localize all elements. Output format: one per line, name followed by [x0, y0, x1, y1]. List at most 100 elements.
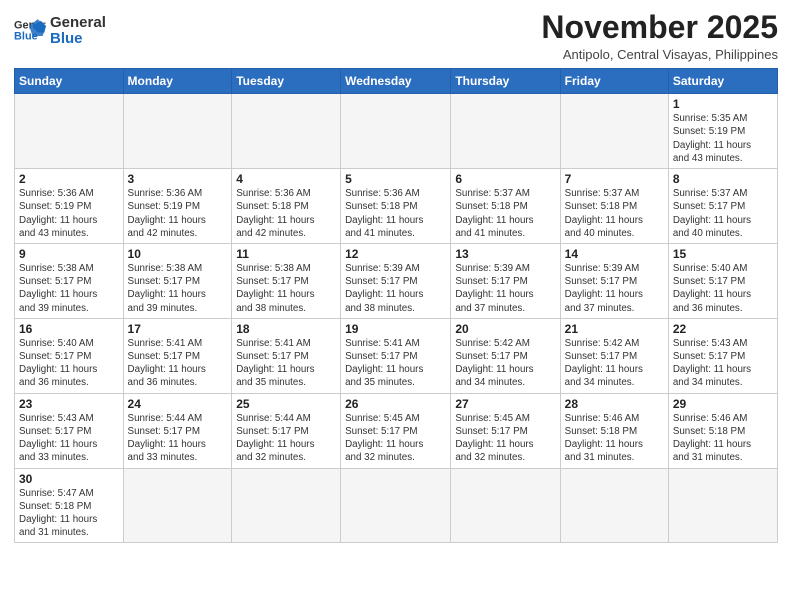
calendar-day-cell: 24Sunrise: 5:44 AM Sunset: 5:17 PM Dayli…: [123, 393, 232, 468]
weekday-header-saturday: Saturday: [668, 69, 777, 94]
day-info: Sunrise: 5:42 AM Sunset: 5:17 PM Dayligh…: [455, 337, 555, 390]
day-number: 13: [455, 247, 555, 261]
day-info: Sunrise: 5:36 AM Sunset: 5:19 PM Dayligh…: [19, 187, 119, 240]
day-info: Sunrise: 5:44 AM Sunset: 5:17 PM Dayligh…: [128, 412, 228, 465]
day-info: Sunrise: 5:35 AM Sunset: 5:19 PM Dayligh…: [673, 112, 773, 165]
location-subtitle: Antipolo, Central Visayas, Philippines: [541, 47, 778, 62]
calendar-day-cell: 30Sunrise: 5:47 AM Sunset: 5:18 PM Dayli…: [15, 468, 124, 543]
day-number: 15: [673, 247, 773, 261]
day-info: Sunrise: 5:37 AM Sunset: 5:18 PM Dayligh…: [455, 187, 555, 240]
day-number: 7: [565, 172, 664, 186]
day-info: Sunrise: 5:45 AM Sunset: 5:17 PM Dayligh…: [345, 412, 446, 465]
day-info: Sunrise: 5:42 AM Sunset: 5:17 PM Dayligh…: [565, 337, 664, 390]
day-info: Sunrise: 5:37 AM Sunset: 5:17 PM Dayligh…: [673, 187, 773, 240]
calendar-day-cell: 21Sunrise: 5:42 AM Sunset: 5:17 PM Dayli…: [560, 318, 668, 393]
calendar-day-cell: 28Sunrise: 5:46 AM Sunset: 5:18 PM Dayli…: [560, 393, 668, 468]
day-number: 20: [455, 322, 555, 336]
day-info: Sunrise: 5:47 AM Sunset: 5:18 PM Dayligh…: [19, 487, 119, 540]
calendar-week-row: 16Sunrise: 5:40 AM Sunset: 5:17 PM Dayli…: [15, 318, 778, 393]
calendar-day-cell: 4Sunrise: 5:36 AM Sunset: 5:18 PM Daylig…: [232, 169, 341, 244]
weekday-header-monday: Monday: [123, 69, 232, 94]
calendar-day-cell: 7Sunrise: 5:37 AM Sunset: 5:18 PM Daylig…: [560, 169, 668, 244]
calendar-day-cell: 17Sunrise: 5:41 AM Sunset: 5:17 PM Dayli…: [123, 318, 232, 393]
calendar-day-cell: [341, 468, 451, 543]
day-number: 29: [673, 397, 773, 411]
calendar-day-cell: 2Sunrise: 5:36 AM Sunset: 5:19 PM Daylig…: [15, 169, 124, 244]
calendar-day-cell: [232, 94, 341, 169]
calendar-day-cell: 26Sunrise: 5:45 AM Sunset: 5:17 PM Dayli…: [341, 393, 451, 468]
day-info: Sunrise: 5:38 AM Sunset: 5:17 PM Dayligh…: [236, 262, 336, 315]
day-info: Sunrise: 5:36 AM Sunset: 5:18 PM Dayligh…: [236, 187, 336, 240]
calendar-day-cell: [451, 468, 560, 543]
calendar-day-cell: 27Sunrise: 5:45 AM Sunset: 5:17 PM Dayli…: [451, 393, 560, 468]
day-info: Sunrise: 5:38 AM Sunset: 5:17 PM Dayligh…: [19, 262, 119, 315]
calendar-day-cell: 10Sunrise: 5:38 AM Sunset: 5:17 PM Dayli…: [123, 243, 232, 318]
day-info: Sunrise: 5:43 AM Sunset: 5:17 PM Dayligh…: [19, 412, 119, 465]
day-number: 4: [236, 172, 336, 186]
day-number: 25: [236, 397, 336, 411]
calendar-day-cell: [123, 94, 232, 169]
logo-line2: Blue: [50, 30, 106, 48]
calendar-day-cell: 8Sunrise: 5:37 AM Sunset: 5:17 PM Daylig…: [668, 169, 777, 244]
calendar-header-row: SundayMondayTuesdayWednesdayThursdayFrid…: [15, 69, 778, 94]
day-info: Sunrise: 5:38 AM Sunset: 5:17 PM Dayligh…: [128, 262, 228, 315]
day-number: 28: [565, 397, 664, 411]
logo: General Blue General Blue: [14, 14, 106, 48]
day-info: Sunrise: 5:41 AM Sunset: 5:17 PM Dayligh…: [128, 337, 228, 390]
calendar-table: SundayMondayTuesdayWednesdayThursdayFrid…: [14, 68, 778, 543]
calendar-day-cell: 29Sunrise: 5:46 AM Sunset: 5:18 PM Dayli…: [668, 393, 777, 468]
day-number: 1: [673, 97, 773, 111]
day-info: Sunrise: 5:39 AM Sunset: 5:17 PM Dayligh…: [565, 262, 664, 315]
calendar-week-row: 9Sunrise: 5:38 AM Sunset: 5:17 PM Daylig…: [15, 243, 778, 318]
day-info: Sunrise: 5:39 AM Sunset: 5:17 PM Dayligh…: [455, 262, 555, 315]
weekday-header-sunday: Sunday: [15, 69, 124, 94]
calendar-day-cell: 5Sunrise: 5:36 AM Sunset: 5:18 PM Daylig…: [341, 169, 451, 244]
day-info: Sunrise: 5:43 AM Sunset: 5:17 PM Dayligh…: [673, 337, 773, 390]
day-number: 10: [128, 247, 228, 261]
day-info: Sunrise: 5:41 AM Sunset: 5:17 PM Dayligh…: [345, 337, 446, 390]
day-number: 2: [19, 172, 119, 186]
calendar-day-cell: 16Sunrise: 5:40 AM Sunset: 5:17 PM Dayli…: [15, 318, 124, 393]
calendar-day-cell: [668, 468, 777, 543]
day-info: Sunrise: 5:40 AM Sunset: 5:17 PM Dayligh…: [673, 262, 773, 315]
month-title: November 2025: [541, 10, 778, 45]
calendar-day-cell: [232, 468, 341, 543]
day-number: 5: [345, 172, 446, 186]
calendar-day-cell: 20Sunrise: 5:42 AM Sunset: 5:17 PM Dayli…: [451, 318, 560, 393]
calendar-day-cell: [560, 468, 668, 543]
calendar-week-row: 1Sunrise: 5:35 AM Sunset: 5:19 PM Daylig…: [15, 94, 778, 169]
generalblue-logo-icon: General Blue: [14, 17, 46, 45]
calendar-day-cell: [341, 94, 451, 169]
day-info: Sunrise: 5:46 AM Sunset: 5:18 PM Dayligh…: [673, 412, 773, 465]
day-number: 18: [236, 322, 336, 336]
calendar-week-row: 23Sunrise: 5:43 AM Sunset: 5:17 PM Dayli…: [15, 393, 778, 468]
weekday-header-friday: Friday: [560, 69, 668, 94]
day-number: 24: [128, 397, 228, 411]
day-number: 3: [128, 172, 228, 186]
calendar-day-cell: 3Sunrise: 5:36 AM Sunset: 5:19 PM Daylig…: [123, 169, 232, 244]
calendar-day-cell: 9Sunrise: 5:38 AM Sunset: 5:17 PM Daylig…: [15, 243, 124, 318]
day-number: 17: [128, 322, 228, 336]
day-info: Sunrise: 5:36 AM Sunset: 5:19 PM Dayligh…: [128, 187, 228, 240]
day-info: Sunrise: 5:44 AM Sunset: 5:17 PM Dayligh…: [236, 412, 336, 465]
day-number: 6: [455, 172, 555, 186]
day-number: 16: [19, 322, 119, 336]
calendar-week-row: 30Sunrise: 5:47 AM Sunset: 5:18 PM Dayli…: [15, 468, 778, 543]
weekday-header-thursday: Thursday: [451, 69, 560, 94]
day-number: 30: [19, 472, 119, 486]
calendar-day-cell: 15Sunrise: 5:40 AM Sunset: 5:17 PM Dayli…: [668, 243, 777, 318]
calendar-day-cell: 11Sunrise: 5:38 AM Sunset: 5:17 PM Dayli…: [232, 243, 341, 318]
day-number: 22: [673, 322, 773, 336]
weekday-header-tuesday: Tuesday: [232, 69, 341, 94]
day-number: 26: [345, 397, 446, 411]
day-info: Sunrise: 5:36 AM Sunset: 5:18 PM Dayligh…: [345, 187, 446, 240]
day-info: Sunrise: 5:45 AM Sunset: 5:17 PM Dayligh…: [455, 412, 555, 465]
calendar-day-cell: [560, 94, 668, 169]
day-number: 12: [345, 247, 446, 261]
day-number: 27: [455, 397, 555, 411]
day-number: 19: [345, 322, 446, 336]
day-number: 21: [565, 322, 664, 336]
calendar-day-cell: 13Sunrise: 5:39 AM Sunset: 5:17 PM Dayli…: [451, 243, 560, 318]
header: General Blue General Blue November 2025 …: [14, 10, 778, 62]
day-number: 11: [236, 247, 336, 261]
